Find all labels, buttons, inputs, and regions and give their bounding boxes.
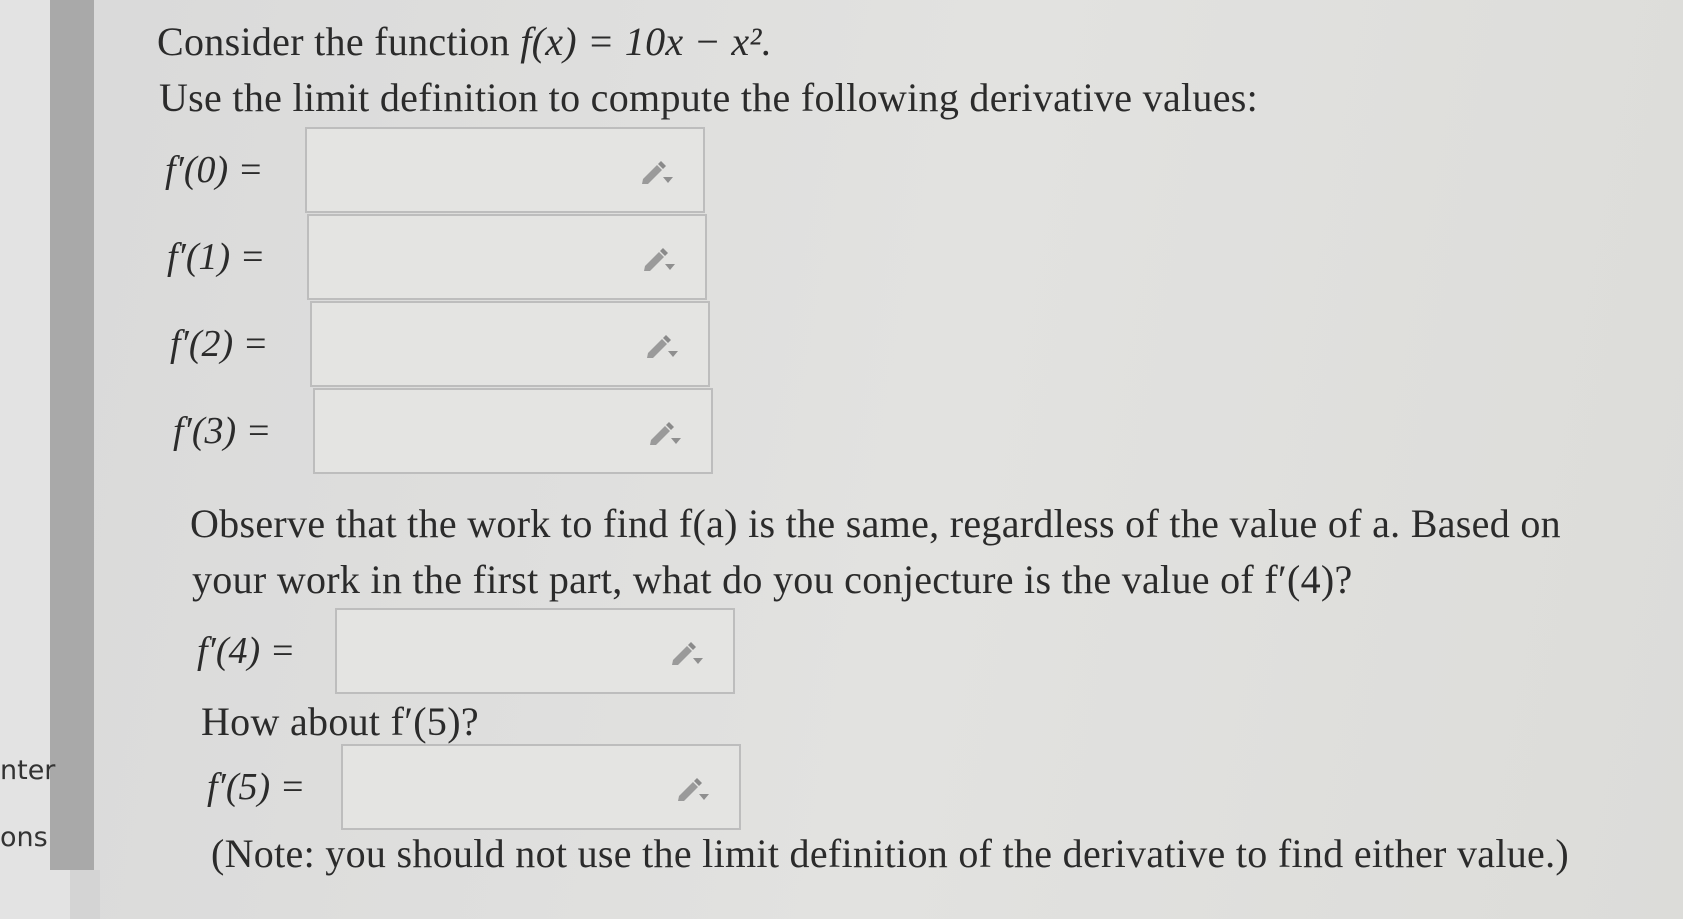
note-text: (Note: you should not use the limit defi… xyxy=(211,831,1570,876)
pencil-dropdown-icon[interactable] xyxy=(641,246,675,272)
pencil-dropdown-icon[interactable] xyxy=(644,333,678,359)
sidebar-label-top[interactable]: nter xyxy=(0,755,55,786)
answer-row-f0: f′(0) = xyxy=(165,127,705,213)
intro-text: Consider the function xyxy=(157,19,521,64)
sidebar-label-bottom[interactable]: ons xyxy=(0,822,48,853)
question-instruction: Use the limit definition to compute the … xyxy=(159,75,1259,120)
pencil-dropdown-icon[interactable] xyxy=(639,159,673,185)
answer-label-f4: f′(4) = xyxy=(197,630,296,672)
pencil-dropdown-icon[interactable] xyxy=(647,420,681,446)
function-expression: f(x) = 10x − x². xyxy=(520,19,772,64)
answer-row-f5: f′(5) = xyxy=(207,744,741,830)
answer-label-f2: f′(2) = xyxy=(170,323,269,365)
how-about-text: How about f′(5)? xyxy=(201,699,479,744)
answer-input-f1[interactable] xyxy=(307,214,707,300)
answer-label-f1: f′(1) = xyxy=(167,236,266,278)
answer-row-f2: f′(2) = xyxy=(170,301,710,387)
pencil-dropdown-icon[interactable] xyxy=(669,640,703,666)
observe-line-2: your work in the first part, what do you… xyxy=(192,557,1353,602)
observe-line-1: Observe that the work to find f(a) is th… xyxy=(190,501,1561,546)
left-scroll-bar xyxy=(50,0,94,870)
answer-label-f3: f′(3) = xyxy=(173,410,272,452)
answer-row-f1: f′(1) = xyxy=(167,214,707,300)
answer-input-f3[interactable] xyxy=(313,388,713,474)
answer-input-f0[interactable] xyxy=(305,127,705,213)
answer-input-f2[interactable] xyxy=(310,301,710,387)
answer-label-f0: f′(0) = xyxy=(165,149,264,191)
answer-label-f5: f′(5) = xyxy=(207,766,306,808)
left-panel-footer xyxy=(70,870,100,919)
answer-row-f3: f′(3) = xyxy=(173,388,713,474)
answer-input-f4[interactable] xyxy=(335,608,735,694)
pencil-dropdown-icon[interactable] xyxy=(675,776,709,802)
question-intro: Consider the function f(x) = 10x − x². xyxy=(157,18,772,65)
answer-input-f5[interactable] xyxy=(341,744,741,830)
question-content: Consider the function f(x) = 10x − x². U… xyxy=(155,0,1655,919)
answer-row-f4: f′(4) = xyxy=(197,608,735,694)
